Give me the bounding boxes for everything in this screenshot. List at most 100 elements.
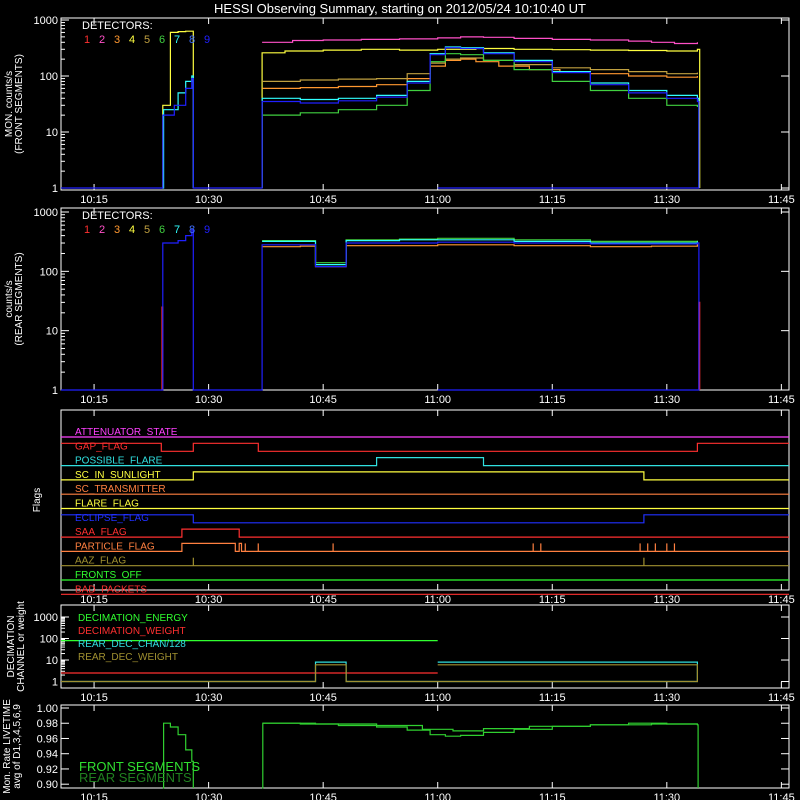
x-tick-label: 11:30: [653, 394, 680, 406]
x-tick-label: 11:45: [768, 394, 795, 406]
x-tick-label: 10:15: [80, 394, 108, 406]
x-tick-label: 11:00: [424, 594, 451, 606]
legend-title: DETECTORS:: [82, 210, 153, 222]
y-axis-label-line: avg of D1,3,4,5,6,9: [12, 704, 23, 789]
legend-title: DETECTORS:: [82, 20, 153, 32]
x-tick-label: 10:45: [309, 394, 337, 406]
x-tick-label: 11:45: [768, 692, 795, 704]
y-tick-label: 1: [52, 677, 58, 689]
y-tick-label: 1.00: [37, 703, 58, 715]
decimation-legend-rear-dec-weight: REAR_DEC_WEIGHT: [78, 652, 178, 663]
y-tick-label: 10: [46, 127, 58, 139]
x-tick-label: 11:00: [424, 692, 451, 704]
legend-item-9: 9: [204, 224, 210, 236]
legend-item-5: 5: [144, 224, 150, 236]
series-line-6: [262, 53, 698, 116]
flag-label-bad-packets: BAD_PACKETS: [75, 584, 147, 595]
y-tick-label: 100: [40, 266, 58, 278]
flag-line-gap-flag: [61, 442, 789, 452]
x-tick-label: 10:15: [80, 792, 108, 800]
series-line-2: [262, 36, 698, 45]
y-tick-label: 0.96: [37, 733, 58, 745]
y-axis-label-line: (FRONT SEGMENTS): [14, 54, 25, 154]
y-tick-label: 1000: [34, 612, 58, 624]
x-tick-label: 11:30: [653, 594, 680, 606]
flag-label-aaz-flag: AAZ_FLAG: [75, 556, 126, 567]
y-tick-label: 1: [52, 385, 58, 397]
series-line-9: [61, 229, 700, 391]
legend-item-2: 2: [99, 34, 105, 46]
legend-item-4: 4: [129, 34, 135, 46]
x-tick-label: 10:30: [195, 792, 223, 800]
flag-line-eclipse-flag: [61, 514, 789, 524]
x-tick-label: 10:30: [195, 394, 223, 406]
x-tick-label: 10:15: [80, 594, 108, 606]
x-tick-label: 11:45: [768, 792, 795, 800]
flag-line-saa-flag: [61, 528, 789, 538]
legend-item-6: 6: [159, 224, 165, 236]
flag-label-attenuator-state: ATTENUATOR_STATE: [75, 427, 178, 438]
legend-item-1: 1: [84, 224, 90, 236]
x-tick-label: 11:45: [768, 594, 795, 606]
legend-item-7: 7: [174, 224, 180, 236]
legend-item-3: 3: [114, 34, 120, 46]
legend-item-8: 8: [189, 34, 195, 46]
legend-item-7: 7: [174, 34, 180, 46]
y-axis-label: counts/s (REAR SEGMENTS): [4, 252, 25, 345]
series-line-front-segments: [262, 722, 699, 789]
y-tick-label: 0.98: [37, 718, 58, 730]
flag-label-possible-flare: POSSIBLE_FLARE: [75, 456, 163, 467]
y-tick-label: 1: [52, 183, 58, 195]
y-axis-label: Mon. Rate LIVETIME avg of D1,3,4,5,6,9: [2, 699, 23, 794]
legend-rear-segments: REAR SEGMENTS: [79, 770, 192, 785]
x-tick-label: 11:15: [539, 194, 566, 206]
chart-title: HESSI Observing Summary, starting on 201…: [214, 1, 586, 16]
x-tick-label: 11:00: [424, 394, 451, 406]
panel-frame-1: [60, 207, 790, 391]
flag-line-particle-flag: [61, 542, 789, 552]
x-tick-label: 11:00: [424, 792, 451, 800]
series-line-rear-segments: [262, 722, 698, 732]
x-tick-label: 11:15: [539, 394, 566, 406]
x-tick-label: 11:30: [653, 792, 680, 800]
x-tick-label: 11:30: [653, 194, 680, 206]
legend-item-4: 4: [129, 224, 135, 236]
y-tick-label: 0.90: [37, 779, 58, 791]
y-axis-label: MON. counts/s (FRONT SEGMENTS): [4, 54, 25, 154]
series-line-9: [61, 47, 700, 189]
y-axis-label-line: (REAR SEGMENTS): [14, 252, 25, 345]
x-tick-label: 11:45: [768, 194, 795, 206]
x-tick-label: 10:15: [80, 692, 108, 704]
legend-item-8: 8: [189, 224, 195, 236]
x-tick-label: 10:45: [309, 692, 337, 704]
legend-item-5: 5: [144, 34, 150, 46]
decimation-legend-decimation-weight: DECIMATION_WEIGHT: [78, 626, 186, 637]
x-tick-label: 11:15: [539, 792, 566, 800]
x-tick-label: 10:45: [309, 594, 337, 606]
decimation-legend-rear-dec-chan-128: REAR_DEC_CHAN/128: [78, 639, 186, 650]
x-tick-label: 11:00: [424, 194, 451, 206]
decimation-legend-decimation-energy: DECIMATION_ENERGY: [78, 613, 188, 624]
y-tick-label: 1000: [34, 207, 58, 219]
y-tick-label: 100: [40, 71, 58, 83]
y-tick-label: 100: [40, 634, 58, 646]
legend-item-2: 2: [99, 224, 105, 236]
flag-label-sc-transmitter: SC_TRANSMITTER: [75, 484, 166, 495]
series-line-3: [262, 58, 698, 89]
series-line-7: [261, 46, 700, 188]
flag-label-particle-flag: PARTICLE_FLAG: [75, 541, 155, 552]
legend-item-9: 9: [204, 34, 210, 46]
y-axis-label-line: Flags: [32, 488, 43, 512]
flag-label-flare-flag: FLARE_FLAG: [75, 499, 139, 510]
flag-label-sc-in-sunlight: SC_IN_SUNLIGHT: [75, 470, 161, 481]
x-tick-label: 10:30: [195, 194, 223, 206]
x-tick-label: 10:30: [195, 594, 223, 606]
x-tick-label: 10:30: [195, 692, 223, 704]
legend-item-6: 6: [159, 34, 165, 46]
y-axis-label-line: CHANNEL or weight: [16, 601, 27, 692]
y-tick-label: 10: [46, 655, 58, 667]
x-tick-label: 10:45: [309, 792, 337, 800]
x-tick-label: 11:30: [653, 692, 680, 704]
x-tick-label: 10:45: [309, 194, 337, 206]
legend-item-3: 3: [114, 224, 120, 236]
